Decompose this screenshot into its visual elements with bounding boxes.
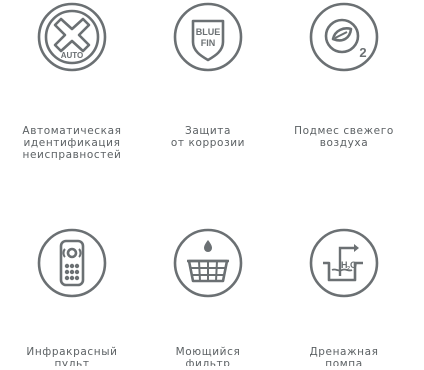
auto-label: AUTO (61, 51, 84, 60)
o2-subscript: 2 (359, 45, 366, 60)
feature-caption: Подмес свежего воздуха (294, 125, 394, 149)
feature-caption: Автоматическая идентификация неисправнос… (22, 125, 122, 161)
feature-caption: Дренажная помпа (309, 346, 379, 366)
feature-caption: Защита от коррозии (170, 125, 246, 149)
drain-pump-icon: H 2 O (309, 228, 379, 298)
auto-diagnosis-icon: AUTO (37, 2, 107, 72)
h2o-o: O (350, 260, 357, 270)
fresh-air-leaf-icon: 2 (309, 2, 379, 72)
ir-remote-icon (37, 228, 107, 298)
washable-filter-icon (173, 228, 243, 298)
feature-caption: Моющийся фильтр (175, 346, 241, 366)
blue-fin-shield-icon: BLUE FIN (173, 2, 243, 72)
blue-label: BLUE (196, 27, 221, 37)
feature-caption: Инфракрасный пульт (26, 346, 118, 366)
fin-label: FIN (201, 38, 216, 48)
